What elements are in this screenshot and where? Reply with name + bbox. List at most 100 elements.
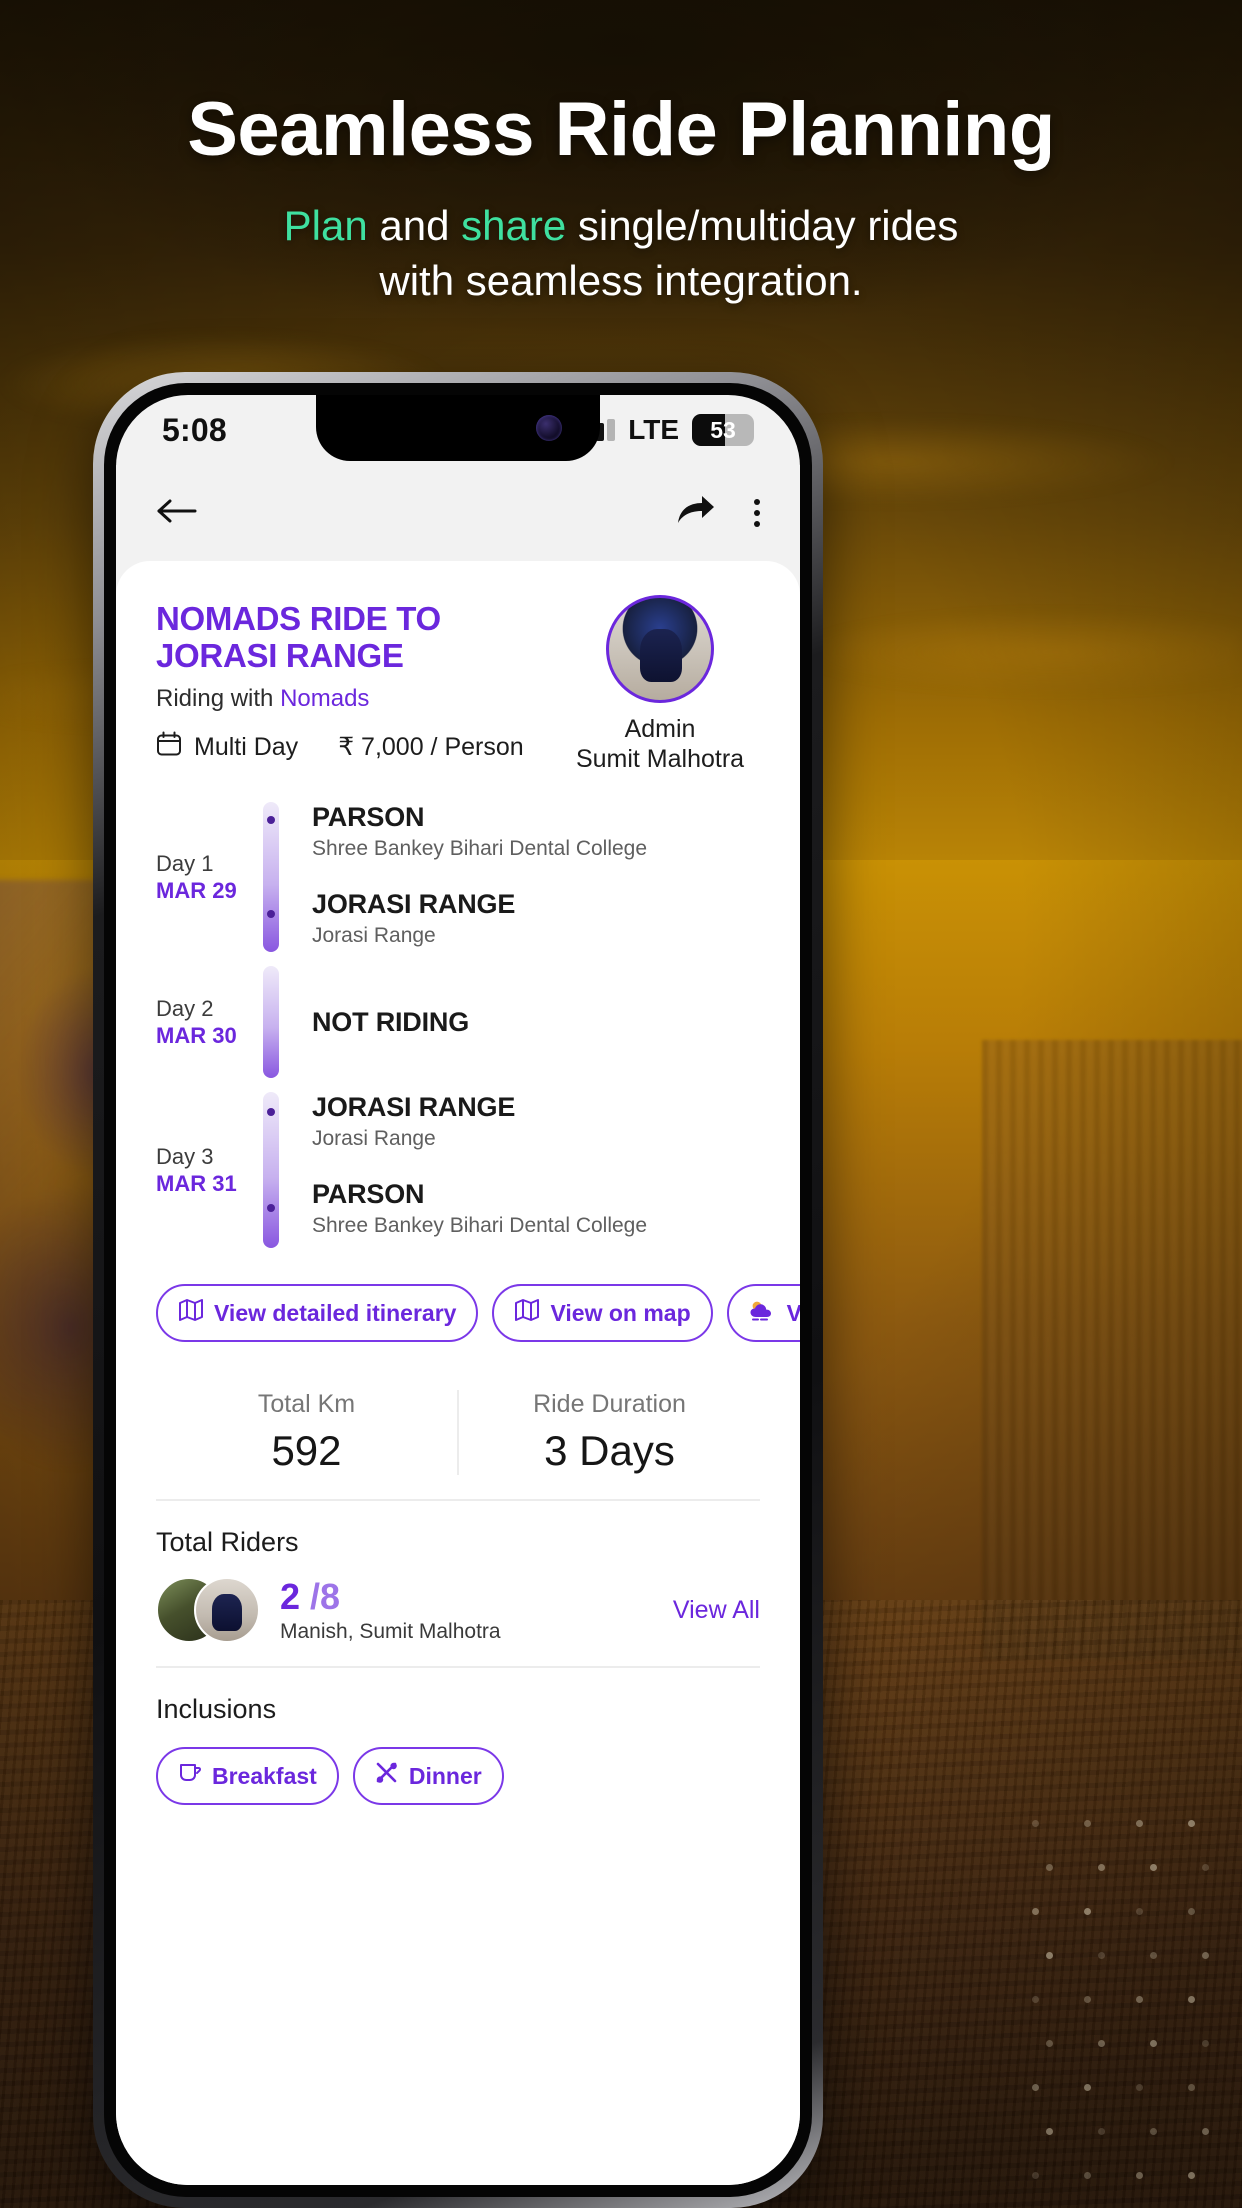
- stat-ride-duration: Ride Duration 3 Days: [457, 1390, 760, 1475]
- promo-subtitle-accent-plan: Plan: [283, 202, 368, 249]
- inclusion-breakfast[interactable]: Breakfast: [156, 1747, 339, 1805]
- ride-header: NOMADS RIDE TO JORASI RANGE Riding with …: [156, 595, 760, 774]
- stat-value: 592: [271, 1427, 342, 1474]
- stop-description: Jorasi Range: [312, 1127, 436, 1150]
- promo-title: Seamless Ride Planning: [187, 87, 1055, 172]
- day-label: Day 1 MAR 29: [156, 802, 248, 952]
- promo-screenshot: Seamless Ride Planning Plan and share si…: [0, 0, 1242, 2208]
- riding-with-label: Riding with: [156, 684, 274, 712]
- button-label: View on map: [550, 1299, 691, 1326]
- timeline-dot: [267, 1108, 275, 1116]
- app-bar: [116, 465, 800, 561]
- share-button[interactable]: [676, 494, 716, 533]
- app-bar-actions: [676, 494, 760, 533]
- map-book-icon: [514, 1298, 540, 1328]
- itinerary-timeline: Day 1 MAR 29 PARSON Shree Bankey Bihari …: [156, 802, 760, 1248]
- view-detailed-itinerary-button[interactable]: View detailed itinerary: [156, 1284, 479, 1342]
- stop-name: JORASI RANGE: [312, 1092, 516, 1122]
- cup-icon: [178, 1761, 202, 1791]
- ride-title: NOMADS RIDE TO JORASI RANGE: [156, 600, 441, 674]
- admin-role-label: Admin: [624, 715, 696, 743]
- ride-admin-block: Admin Sumit Malhotra: [560, 595, 760, 774]
- itinerary-day-3: Day 3 MAR 31 JORASI RANGE Jorasi Range P…: [156, 1092, 760, 1248]
- phone-bezel: 5:08 LTE 53 NOMADS RIDE TO JORASI RANGE …: [104, 383, 812, 2197]
- inclusions-title: Inclusions: [156, 1694, 277, 1724]
- admin-avatar[interactable]: [606, 595, 714, 703]
- stop-name: PARSON: [312, 802, 425, 832]
- riders-joined-count: 2: [280, 1576, 301, 1617]
- total-riders-title: Total Riders: [156, 1527, 299, 1557]
- rider-avatar: [194, 1577, 260, 1643]
- inclusion-dinner[interactable]: Dinner: [352, 1747, 504, 1805]
- stat-label: Ride Duration: [533, 1390, 686, 1418]
- total-riders-row: 2 /8 Manish, Sumit Malhotra View All: [156, 1576, 760, 1644]
- map-book-icon: [178, 1298, 204, 1328]
- timeline-track: [248, 966, 294, 1078]
- phone-frame: 5:08 LTE 53 NOMADS RIDE TO JORASI RANGE …: [93, 372, 823, 2208]
- riders-count-block: 2 /8 Manish, Sumit Malhotra: [260, 1576, 673, 1644]
- inclusion-label: Breakfast: [212, 1762, 317, 1789]
- promo-subtitle-line2: with seamless integration.: [379, 257, 863, 305]
- day-number: Day 3: [156, 1143, 214, 1169]
- timeline-dot: [267, 910, 275, 918]
- button-label: View detailed itinerary: [214, 1299, 457, 1326]
- day-date: MAR 31: [156, 1171, 237, 1196]
- stop-name: NOT RIDING: [312, 1006, 469, 1037]
- status-bar-time: 5:08: [162, 411, 227, 448]
- ride-price: ₹ 7,000 / Person: [338, 733, 524, 762]
- stat-total-km: Total Km 592: [156, 1390, 457, 1475]
- riders-names: Manish, Sumit Malhotra: [280, 1620, 501, 1643]
- timeline-track: [248, 802, 294, 952]
- promo-subtitle-and: and: [367, 202, 462, 249]
- promo-subtitle: Plan and share single/multiday rides wit…: [0, 198, 1242, 309]
- stat-value: 3 Days: [544, 1427, 675, 1474]
- view-weather-button[interactable]: View weather: [726, 1284, 800, 1342]
- timeline-track: [248, 1092, 294, 1248]
- stop-description: Shree Bankey Bihari Dental College: [312, 837, 648, 860]
- stop-description: Jorasi Range: [312, 924, 436, 947]
- stop-name: PARSON: [312, 1179, 425, 1209]
- more-options-button[interactable]: [754, 499, 760, 527]
- inclusions-section: Inclusions Breakfast Dinner: [156, 1668, 760, 1805]
- view-on-map-button[interactable]: View on map: [492, 1284, 713, 1342]
- day-stops: NOT RIDING: [294, 966, 760, 1078]
- phone-screen: 5:08 LTE 53 NOMADS RIDE TO JORASI RANGE …: [116, 395, 800, 2185]
- stat-label: Total Km: [257, 1390, 356, 1418]
- back-button[interactable]: [156, 496, 198, 531]
- itinerary-stop[interactable]: JORASI RANGE Jorasi Range: [312, 1092, 760, 1151]
- total-riders-section: Total Riders 2 /8 Manish, Sumit Malhotra…: [156, 1501, 760, 1668]
- calendar-icon: [156, 731, 182, 764]
- day-number: Day 2: [156, 995, 214, 1021]
- itinerary-day-2: Day 2 MAR 30 NOT RIDING: [156, 966, 760, 1078]
- timeline-dot: [267, 816, 275, 824]
- day-label: Day 2 MAR 30: [156, 966, 248, 1078]
- itinerary-stop[interactable]: PARSON Shree Bankey Bihari Dental Colleg…: [312, 802, 760, 861]
- view-all-riders-link[interactable]: View All: [673, 1596, 760, 1625]
- itinerary-stop[interactable]: JORASI RANGE Jorasi Range: [312, 889, 760, 948]
- battery-icon: 53: [692, 414, 754, 446]
- inclusions-row: Breakfast Dinner: [156, 1747, 760, 1805]
- day-stops: PARSON Shree Bankey Bihari Dental Colleg…: [294, 802, 760, 952]
- day-number: Day 1: [156, 850, 214, 876]
- rider-avatars[interactable]: [156, 1577, 260, 1643]
- riders-count: 2 /8: [280, 1576, 673, 1618]
- cloud-weather-icon: [749, 1299, 777, 1327]
- front-camera-icon: [536, 415, 562, 441]
- timeline-bar: [263, 802, 279, 952]
- promo-subtitle-accent-share: share: [461, 202, 567, 249]
- ride-detail-card: NOMADS RIDE TO JORASI RANGE Riding with …: [116, 561, 800, 2185]
- itinerary-stop: NOT RIDING: [312, 1007, 469, 1038]
- timeline-bar: [263, 966, 279, 1078]
- inclusion-label: Dinner: [408, 1762, 482, 1789]
- stop-name: JORASI RANGE: [312, 889, 516, 919]
- battery-percent: 53: [710, 416, 736, 443]
- status-bar-network: LTE: [628, 414, 679, 445]
- ride-meta-row: Multi Day ₹ 7,000 / Person: [156, 731, 544, 764]
- day-label: Day 3 MAR 31: [156, 1092, 248, 1248]
- promo-subtitle-rest: single/multiday rides: [566, 202, 959, 249]
- ride-organizer-name[interactable]: Nomads: [280, 685, 369, 712]
- status-bar-indicators: LTE 53: [574, 414, 754, 446]
- ride-header-info: NOMADS RIDE TO JORASI RANGE Riding with …: [156, 595, 544, 764]
- action-buttons-row: View detailed itinerary View on map V: [156, 1284, 800, 1342]
- itinerary-stop[interactable]: PARSON Shree Bankey Bihari Dental Colleg…: [312, 1179, 760, 1238]
